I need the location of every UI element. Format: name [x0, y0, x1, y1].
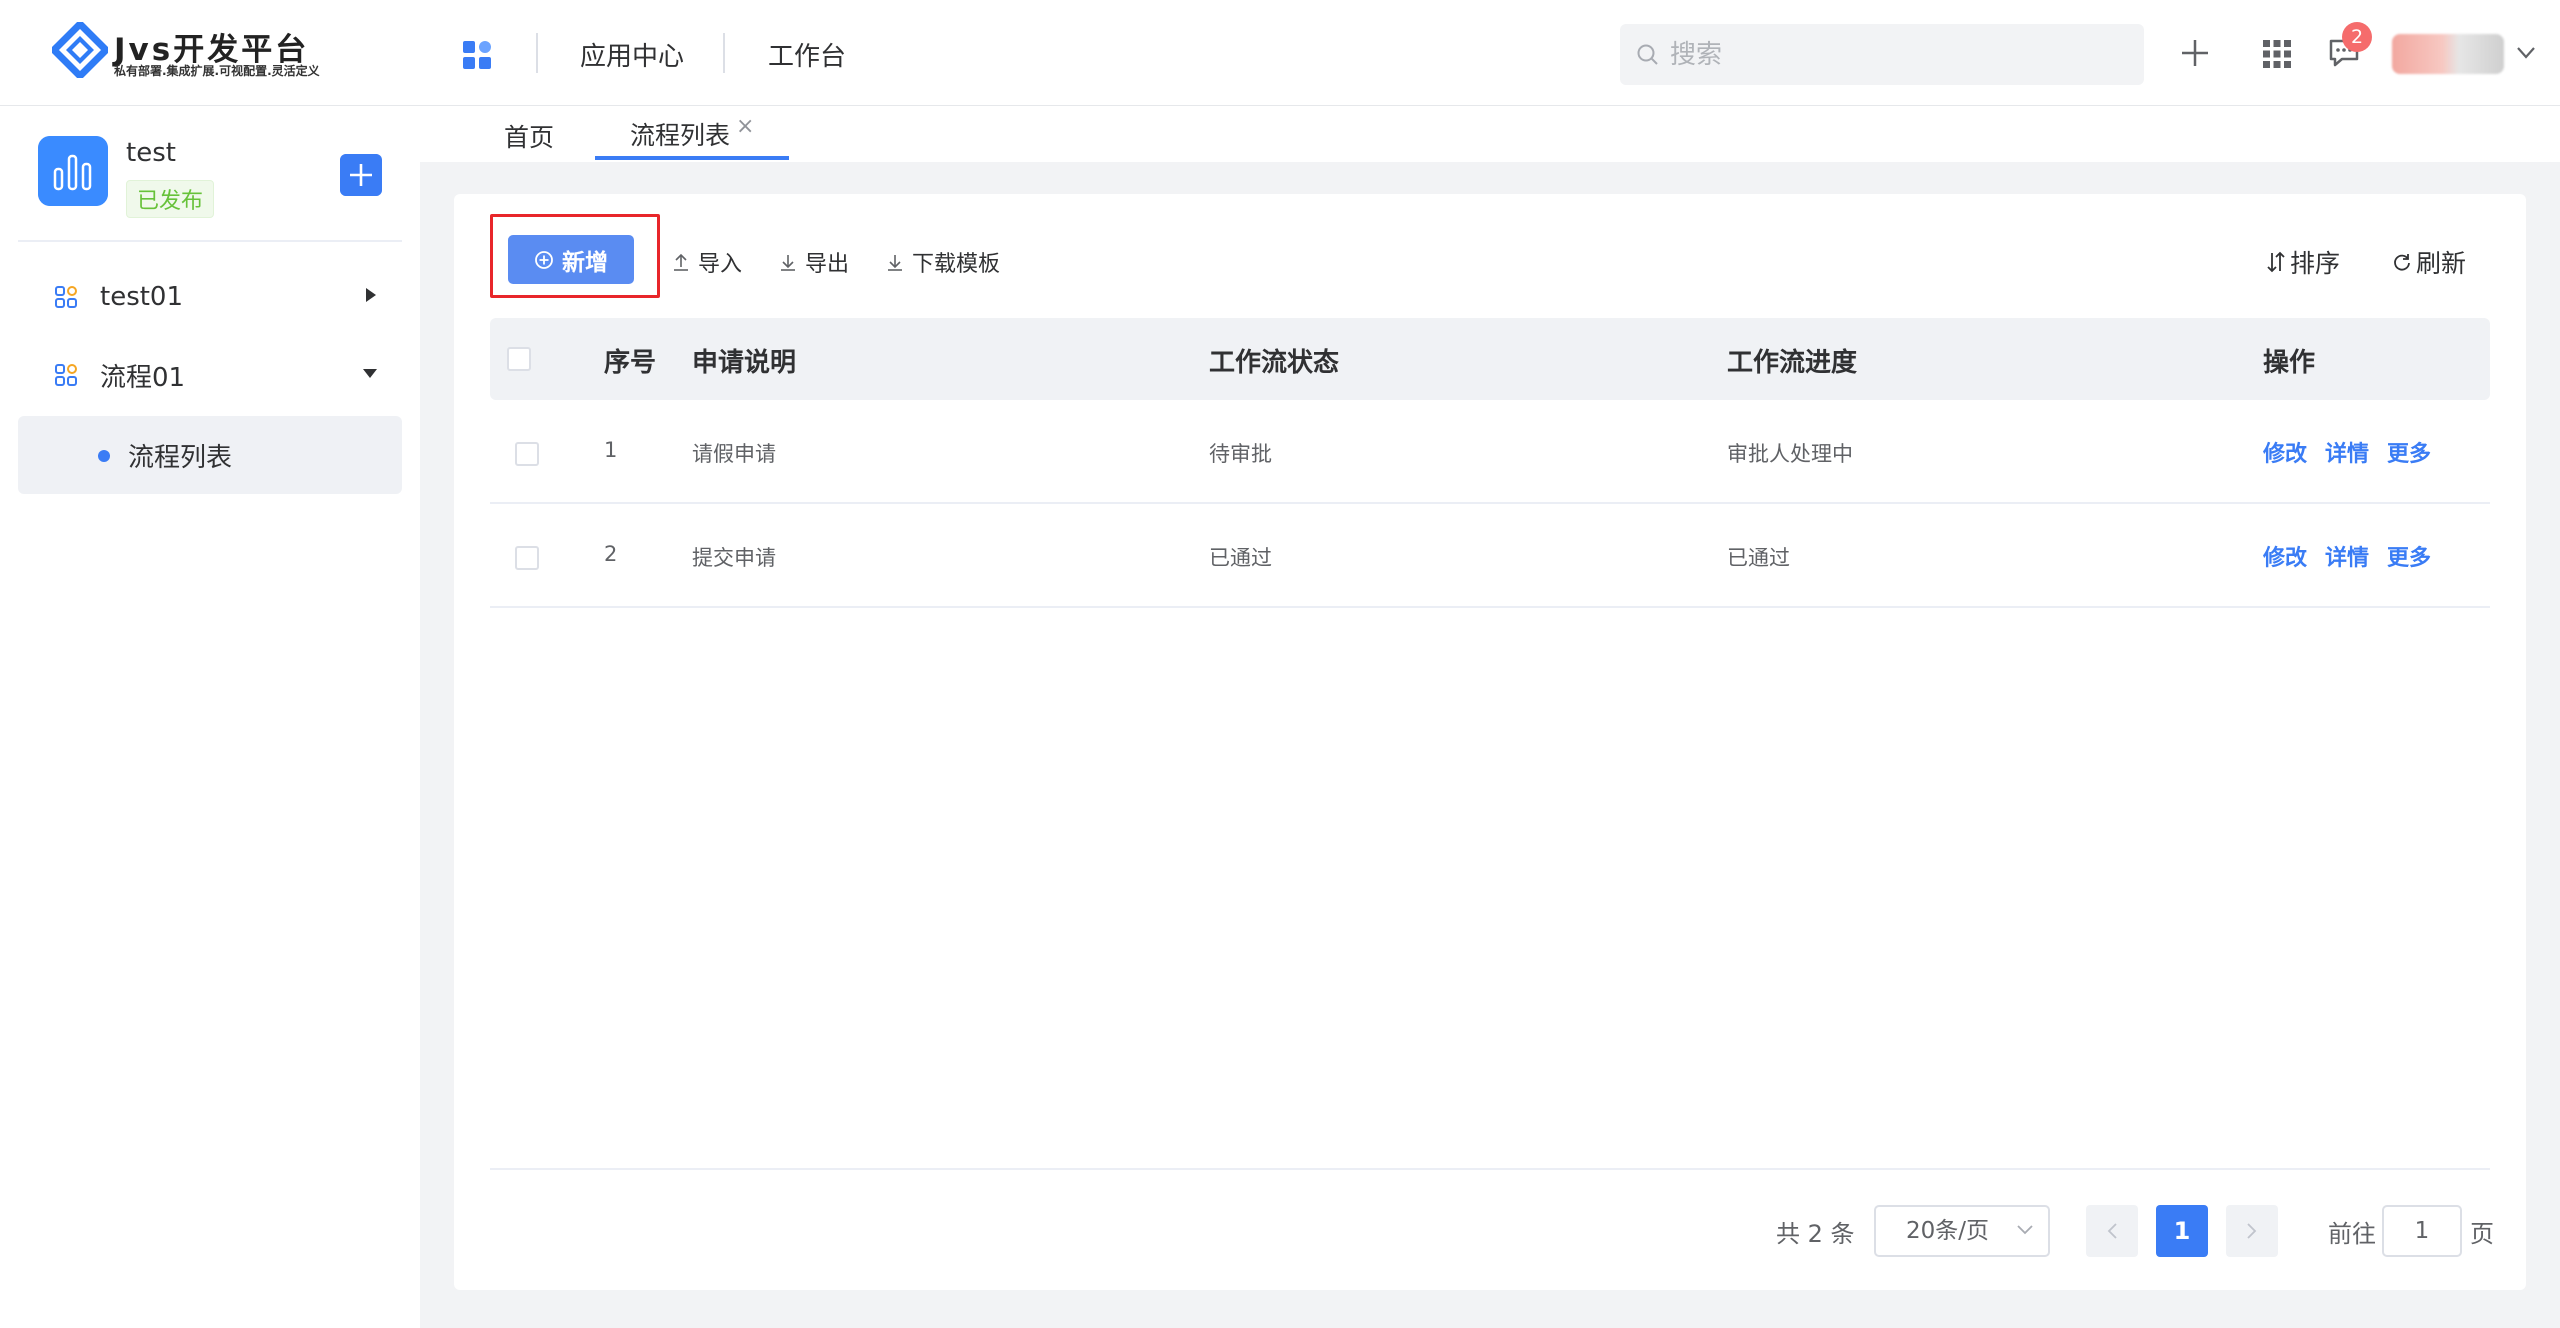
- search-bar[interactable]: [1620, 24, 2144, 85]
- detail-link[interactable]: 详情: [2325, 540, 2369, 572]
- row-checkbox[interactable]: [515, 546, 539, 570]
- goto-suffix: 页: [2470, 1220, 2494, 1248]
- app-name: test: [126, 138, 176, 168]
- import-label: 导入: [698, 252, 743, 277]
- nav-divider: [536, 33, 538, 73]
- close-icon[interactable]: ×: [736, 114, 754, 139]
- cell-progress: 审批人处理中: [1727, 442, 1853, 466]
- grid-icon[interactable]: [2263, 40, 2291, 68]
- sidebar-item-test01[interactable]: test01: [18, 258, 402, 336]
- notification-badge: 2: [2342, 22, 2372, 52]
- sidebar-item-label: test01: [100, 282, 184, 312]
- module-icon: [55, 364, 77, 386]
- sort-button[interactable]: 排序: [2266, 244, 2340, 280]
- template-label: 下载模板: [912, 252, 1001, 277]
- column-header-status: 工作流状态: [1209, 348, 1340, 378]
- caret-right-icon: [366, 288, 376, 302]
- tab-bar: 首页 流程列表 ×: [420, 106, 2560, 162]
- add-circle-icon: [535, 250, 553, 269]
- logo-subtitle: 私有部署.集成扩展.可视配置.灵活定义: [114, 64, 320, 78]
- plus-icon[interactable]: [2180, 38, 2210, 68]
- chevron-down-icon[interactable]: [2516, 46, 2536, 60]
- sidebar-item-label: 流程列表: [128, 442, 233, 473]
- tab-home[interactable]: 首页: [504, 118, 554, 154]
- tab-active-indicator: [595, 156, 789, 160]
- cell-index: 1: [604, 438, 618, 462]
- module-icon: [55, 286, 77, 308]
- app-header: test 已发布: [38, 136, 398, 246]
- export-button[interactable]: 导出: [779, 246, 849, 278]
- add-button[interactable]: [340, 154, 382, 196]
- cell-description: 请假申请: [692, 442, 776, 466]
- nav-app-center[interactable]: 应用中心: [580, 36, 684, 73]
- nav-workbench[interactable]: 工作台: [768, 36, 846, 73]
- edit-link[interactable]: 修改: [2263, 540, 2307, 572]
- export-label: 导出: [805, 252, 850, 277]
- download-icon: [888, 255, 902, 271]
- sidebar: test 已发布 test01 流程01 流程列表: [0, 106, 420, 1328]
- sidebar-item-flow01[interactable]: 流程01: [18, 336, 402, 414]
- apps-icon[interactable]: [462, 40, 492, 70]
- cell-status: 已通过: [1209, 546, 1272, 570]
- page-button-current[interactable]: 1: [2156, 1205, 2208, 1257]
- select-all-checkbox[interactable]: [507, 347, 531, 371]
- cell-description: 提交申请: [692, 546, 776, 570]
- column-header-actions: 操作: [2263, 348, 2316, 378]
- sidebar-item-label: 流程01: [100, 362, 186, 393]
- cell-progress: 已通过: [1727, 546, 1790, 570]
- download-template-button[interactable]: 下载模板: [886, 246, 1000, 278]
- cell-index: 2: [604, 542, 618, 566]
- search-input[interactable]: [1670, 39, 2130, 70]
- upload-icon: [674, 253, 688, 271]
- tab-flow-list[interactable]: 流程列表: [630, 116, 730, 152]
- caret-down-icon: [363, 369, 377, 378]
- bar-chart-icon: [38, 136, 108, 206]
- logo-mark-icon: [52, 22, 108, 78]
- main-card: 新增 导入 导出 下载模板 排序 刷新 序号 申请说明 工作流状态 工作流进度 …: [454, 194, 2526, 1290]
- status-badge: 已发布: [126, 180, 215, 218]
- download-icon: [781, 255, 795, 271]
- chevron-left-icon: [2107, 1223, 2117, 1239]
- more-link[interactable]: 更多: [2387, 540, 2431, 572]
- avatar[interactable]: [2392, 34, 2504, 74]
- import-button[interactable]: 导入: [672, 246, 742, 278]
- active-dot-icon: [98, 450, 110, 462]
- table-row: 2 提交申请 已通过 已通过 修改 详情 更多: [490, 504, 2490, 608]
- sort-label: 排序: [2290, 249, 2341, 278]
- top-bar: Jvs开发平台 私有部署.集成扩展.可视配置.灵活定义 应用中心 工作台 2: [0, 0, 2560, 106]
- table-footer-divider: [490, 1168, 2490, 1170]
- refresh-label: 刷新: [2416, 249, 2467, 278]
- new-button[interactable]: 新增: [508, 235, 634, 284]
- goto-prefix: 前往: [2328, 1220, 2376, 1248]
- column-header-description: 申请说明: [692, 348, 797, 378]
- prev-page-button[interactable]: [2086, 1205, 2138, 1257]
- sidebar-item-flow-list[interactable]: 流程列表: [18, 416, 402, 494]
- refresh-button[interactable]: 刷新: [2392, 244, 2466, 280]
- table-row: 1 请假申请 待审批 审批人处理中 修改 详情 更多: [490, 400, 2490, 504]
- sidebar-divider: [18, 240, 402, 242]
- more-link[interactable]: 更多: [2387, 436, 2431, 468]
- logo[interactable]: Jvs开发平台 私有部署.集成扩展.可视配置.灵活定义: [52, 22, 372, 82]
- goto-page-input[interactable]: [2382, 1205, 2462, 1257]
- sort-icon: [2267, 251, 2285, 273]
- page-size-select[interactable]: 20条/页: [1874, 1205, 2050, 1257]
- search-icon: [1637, 44, 1658, 65]
- row-checkbox[interactable]: [515, 442, 539, 466]
- chevron-down-icon: [2017, 1225, 2033, 1235]
- next-page-button[interactable]: [2226, 1205, 2278, 1257]
- edit-link[interactable]: 修改: [2263, 436, 2307, 468]
- refresh-icon: [2394, 254, 2410, 271]
- page-size-value: 20条/页: [1906, 1218, 1990, 1244]
- chevron-right-icon: [2247, 1223, 2257, 1239]
- column-header-index: 序号: [604, 348, 657, 378]
- detail-link[interactable]: 详情: [2325, 436, 2369, 468]
- total-count: 共 2 条: [1776, 1220, 1855, 1248]
- cell-status: 待审批: [1209, 442, 1272, 466]
- new-button-label: 新增: [562, 249, 608, 276]
- nav-divider: [723, 33, 725, 73]
- table-header: 序号 申请说明 工作流状态 工作流进度 操作: [490, 318, 2490, 400]
- column-header-progress: 工作流进度: [1727, 348, 1858, 378]
